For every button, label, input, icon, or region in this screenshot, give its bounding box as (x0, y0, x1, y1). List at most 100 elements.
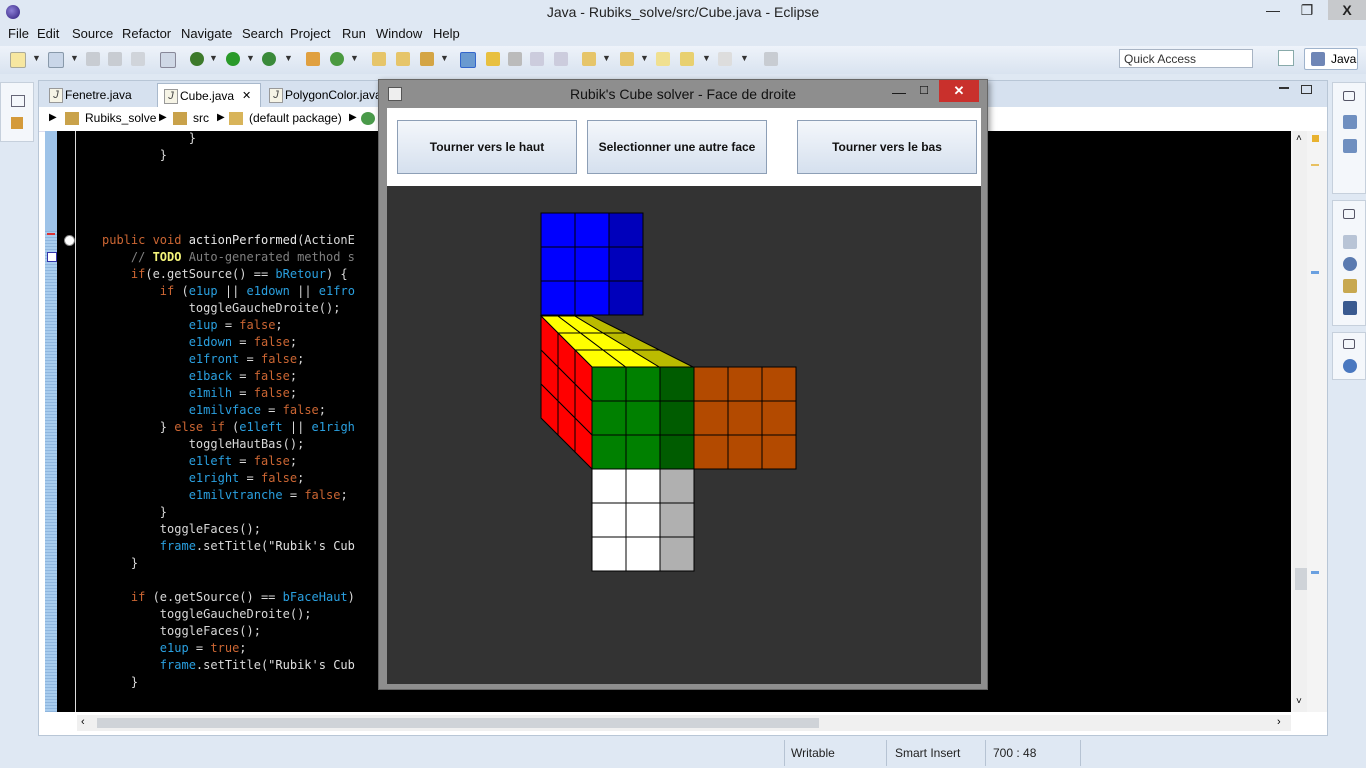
warning-marker-icon[interactable] (47, 233, 55, 243)
refresh-icon[interactable] (330, 52, 344, 66)
chevron-down-icon[interactable]: ▼ (640, 53, 649, 63)
help-icon[interactable] (1343, 359, 1357, 373)
debug-icon[interactable] (190, 52, 204, 66)
chevron-right-icon[interactable]: ▶ (159, 112, 167, 123)
chevron-right-icon[interactable]: ▶ (349, 112, 357, 123)
rotate-up-button[interactable]: Tourner vers le haut (397, 120, 577, 174)
tab-polygoncolor[interactable]: J PolygonColor.java (263, 83, 383, 107)
javadoc-icon[interactable] (1343, 257, 1357, 271)
minimize-button[interactable]: — (1256, 0, 1290, 20)
overview-warning-icon[interactable] (1312, 135, 1319, 142)
chevron-down-icon[interactable]: ▼ (702, 53, 711, 63)
chevron-down-icon[interactable]: ▼ (32, 53, 41, 63)
highlight-icon[interactable] (486, 52, 500, 66)
block-selection-icon[interactable] (530, 52, 544, 66)
menu-window[interactable]: Window (376, 26, 422, 41)
overview-marker[interactable] (1311, 571, 1319, 574)
chevron-down-icon[interactable]: ▼ (284, 53, 293, 63)
chevron-down-icon[interactable]: ▼ (70, 53, 79, 63)
overview-marker[interactable] (1311, 271, 1319, 274)
new-icon[interactable] (10, 52, 26, 68)
chevron-down-icon[interactable]: ▼ (440, 53, 449, 63)
chevron-down-icon[interactable]: ▼ (209, 53, 218, 63)
fold-collapse-icon[interactable] (64, 235, 75, 246)
java-perspective-button[interactable]: Java (1304, 48, 1358, 70)
package-explorer-icon[interactable] (11, 117, 23, 129)
overview-marker[interactable] (1311, 164, 1319, 166)
restore-view-icon[interactable] (11, 95, 25, 107)
menu-source[interactable]: Source (72, 26, 113, 41)
previous-annotation-icon[interactable] (620, 52, 634, 66)
breadcrumb-src[interactable]: src (193, 111, 209, 125)
breadcrumb-package[interactable]: (default package) (249, 111, 342, 125)
word-wrap-icon[interactable] (508, 52, 522, 66)
restore-button[interactable]: ❐ (1290, 0, 1324, 20)
menu-project[interactable]: Project (290, 26, 330, 41)
problems-icon[interactable] (1343, 235, 1357, 249)
dialog-close-button[interactable]: ✕ (939, 80, 979, 102)
chevron-down-icon[interactable]: ▼ (350, 53, 359, 63)
back-icon[interactable] (680, 52, 694, 66)
restore-view-icon[interactable] (1343, 209, 1355, 219)
task-list-icon[interactable] (1343, 115, 1357, 129)
new-class-icon[interactable] (306, 52, 320, 66)
save-all-icon[interactable] (108, 52, 122, 66)
toggle-breakpoint-icon[interactable] (160, 52, 176, 68)
restore-view-icon[interactable] (1343, 339, 1355, 349)
mark-occurrences-icon[interactable] (460, 52, 476, 68)
close-button[interactable]: X (1328, 0, 1366, 20)
quick-access-input[interactable]: Quick Access (1119, 49, 1253, 68)
show-whitespace-icon[interactable] (554, 52, 568, 66)
vertical-scroll-thumb[interactable] (1295, 568, 1307, 590)
breadcrumb-project[interactable]: Rubiks_solve (85, 111, 156, 125)
vertical-scrollbar[interactable]: ˄ ˅ (1293, 131, 1307, 712)
menu-refactor[interactable]: Refactor (122, 26, 171, 41)
console-icon[interactable] (1343, 301, 1357, 315)
scroll-right-icon[interactable]: › (1277, 716, 1281, 728)
chevron-down-icon[interactable]: ▼ (246, 53, 255, 63)
dialog-minimize-button[interactable]: — (889, 82, 909, 102)
menu-search[interactable]: Search (242, 26, 283, 41)
rotate-down-button[interactable]: Tourner vers le bas (797, 120, 977, 174)
menu-navigate[interactable]: Navigate (181, 26, 232, 41)
menu-file[interactable]: File (8, 26, 29, 41)
search-icon[interactable] (420, 52, 434, 66)
new-package-icon[interactable] (48, 52, 64, 68)
open-folder-icon[interactable] (396, 52, 410, 66)
open-perspective-icon[interactable] (1278, 50, 1294, 66)
scroll-left-icon[interactable]: ‹ (81, 716, 85, 728)
save-icon[interactable] (86, 52, 100, 66)
print-icon[interactable] (131, 52, 145, 66)
open-type-icon[interactable] (372, 52, 386, 66)
menu-edit[interactable]: Edit (37, 26, 59, 41)
next-annotation-icon[interactable] (582, 52, 596, 66)
chevron-right-icon[interactable]: ▶ (217, 112, 225, 123)
maximize-editor-icon[interactable] (1301, 85, 1312, 94)
horizontal-scrollbar[interactable]: ‹ › (77, 715, 1291, 731)
scroll-down-icon[interactable]: ˅ (1296, 696, 1302, 707)
select-face-button[interactable]: Selectionner une autre face (587, 120, 767, 174)
last-edit-icon[interactable] (656, 52, 670, 66)
close-tab-icon[interactable]: ✕ (242, 84, 251, 108)
forward-icon[interactable] (718, 52, 732, 66)
task-marker-icon[interactable] (47, 252, 57, 262)
menu-run[interactable]: Run (342, 26, 366, 41)
menu-help[interactable]: Help (433, 26, 460, 41)
outline-icon[interactable] (1343, 139, 1357, 153)
minimize-editor-icon[interactable] (1279, 87, 1289, 89)
chevron-down-icon[interactable]: ▼ (740, 53, 749, 63)
tab-fenetre[interactable]: J Fenetre.java (43, 83, 155, 107)
cube-canvas[interactable] (387, 186, 981, 684)
horizontal-scroll-thumb[interactable] (97, 718, 819, 728)
dialog-maximize-button[interactable]: ☐ (914, 82, 934, 102)
pin-editor-icon[interactable] (764, 52, 778, 66)
tab-cube[interactable]: J Cube.java ✕ (157, 83, 261, 107)
chevron-down-icon[interactable]: ▼ (602, 53, 611, 63)
scroll-up-icon[interactable]: ˄ (1296, 133, 1302, 144)
chevron-right-icon[interactable]: ▶ (49, 112, 57, 123)
declaration-icon[interactable] (1343, 279, 1357, 293)
dialog-titlebar[interactable]: Rubik's Cube solver - Face de droite — ☐… (379, 80, 987, 108)
restore-view-icon[interactable] (1343, 91, 1355, 101)
run-last-tool-icon[interactable] (262, 52, 276, 66)
run-icon[interactable] (226, 52, 240, 66)
